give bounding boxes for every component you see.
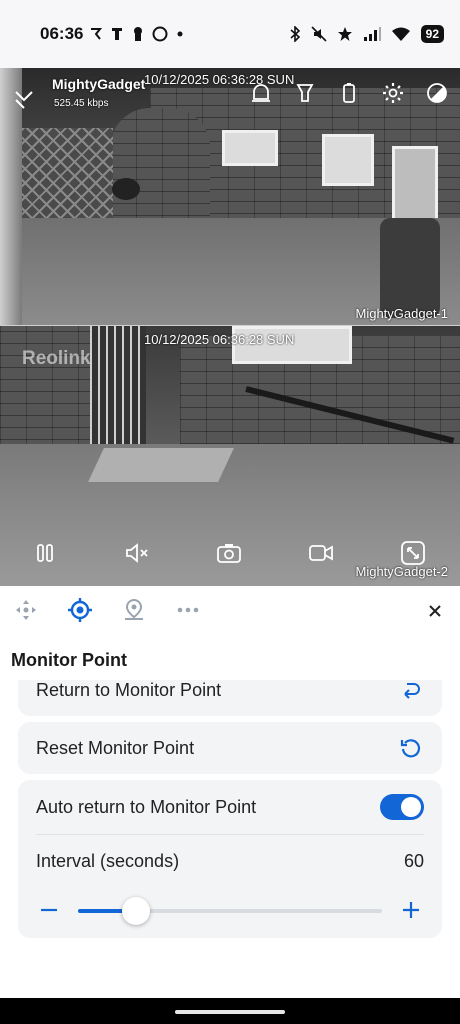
settings-icon[interactable]: [380, 80, 406, 106]
section-title: Monitor Point: [11, 650, 127, 670]
doormat: [88, 448, 234, 482]
auto-return-card: Auto return to Monitor Point Interval (s…: [18, 780, 442, 938]
more-icon[interactable]: [174, 596, 202, 624]
ptz-directions-icon[interactable]: [12, 596, 40, 624]
reset-monitor-point-label: Reset Monitor Point: [36, 737, 195, 758]
monitor-point-icon[interactable]: [66, 596, 94, 624]
plus-icon[interactable]: [400, 899, 422, 921]
interval-slider-row: [18, 887, 442, 937]
signal-icon: [363, 27, 381, 41]
mute-icon[interactable]: [122, 538, 152, 568]
doorway: [392, 146, 438, 228]
camera1-name: MightyGadget-1: [355, 306, 449, 321]
interval-label: Interval (seconds): [36, 850, 180, 871]
auto-return-toggle[interactable]: [380, 794, 424, 820]
battery-status-icon[interactable]: [336, 80, 362, 106]
toggle-knob: [401, 797, 421, 817]
keyhole-icon: [134, 27, 142, 41]
notification-icon: [91, 28, 102, 40]
snapshot-icon[interactable]: [214, 538, 244, 568]
wifi-icon: [391, 27, 410, 41]
camera-feed-1[interactable]: MightyGadget 525.45 kbps 10/12/2025 06:3…: [0, 68, 460, 326]
mute-icon: [311, 26, 327, 42]
auto-return-label: Auto return to Monitor Point: [36, 796, 257, 817]
status-bar: 06:36 92: [0, 0, 460, 68]
camera-bitrate: 525.45 kbps: [54, 98, 109, 109]
status-time: 06:36: [40, 24, 84, 43]
ptz-panel: Monitor Point Return to Monitor Point Re…: [0, 586, 460, 998]
spotlight-icon[interactable]: [292, 80, 318, 106]
status-icons-right: 92: [289, 23, 444, 45]
reset-icon: [398, 735, 424, 761]
top-controls: [248, 80, 450, 106]
return-monitor-point-card[interactable]: Return to Monitor Point: [18, 680, 442, 716]
dot-icon: [177, 31, 183, 37]
return-arrow-icon: [398, 680, 424, 703]
bags-pile: [380, 218, 440, 318]
bluetooth-icon: [290, 26, 300, 42]
interval-value: 60: [403, 850, 424, 871]
window-right: [322, 134, 374, 186]
interval-row: Interval (seconds) 60: [18, 835, 442, 887]
reset-monitor-point-card[interactable]: Reset Monitor Point: [18, 722, 442, 774]
record-icon[interactable]: [306, 538, 336, 568]
iron-gate: [90, 326, 146, 454]
reolink-watermark: Reolink: [22, 348, 91, 369]
collapse-icon[interactable]: [12, 86, 36, 110]
camera2-timestamp: 10/12/2025 06:36:28 SUN: [144, 332, 295, 347]
pause-icon[interactable]: [30, 538, 60, 568]
alarm-icon[interactable]: [248, 80, 274, 106]
camera-title: MightyGadget: [52, 76, 146, 92]
return-monitor-point-row[interactable]: Return to Monitor Point: [18, 680, 442, 708]
slider-thumb[interactable]: [121, 897, 150, 925]
star-icon: [337, 27, 352, 41]
contrast-icon[interactable]: [424, 80, 450, 106]
garden-wall: [110, 108, 210, 228]
status-icons-left: [90, 24, 184, 44]
circle-icon: [152, 26, 168, 42]
camera2-name: MightyGadget-2: [355, 564, 449, 579]
camera-feed-2[interactable]: Reolink 10/12/2025 06:36:28 SUN MightyGa…: [0, 326, 460, 586]
sim-icon: [112, 28, 122, 40]
bbq-grill: [112, 178, 140, 200]
return-monitor-point-label: Return to Monitor Point: [36, 680, 222, 700]
navigation-bar: [0, 998, 460, 1024]
battery-badge: 92: [420, 25, 444, 43]
home-handle[interactable]: [175, 1010, 285, 1014]
interval-slider[interactable]: [78, 897, 382, 925]
reset-monitor-point-row[interactable]: Reset Monitor Point: [18, 722, 442, 774]
minus-icon[interactable]: [38, 899, 60, 921]
ptz-tabs: [12, 596, 202, 624]
close-icon[interactable]: [424, 600, 446, 622]
preset-location-icon[interactable]: [120, 596, 148, 624]
window-left: [222, 130, 278, 166]
auto-return-row[interactable]: Auto return to Monitor Point: [18, 780, 442, 834]
